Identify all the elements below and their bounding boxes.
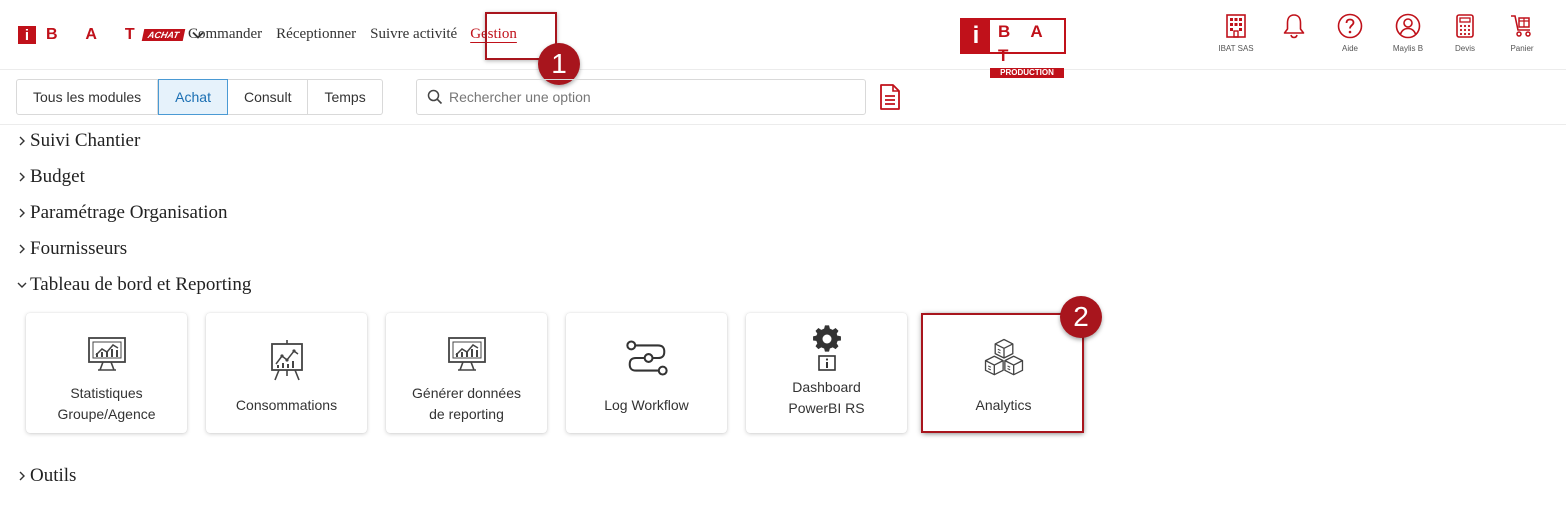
- chevron-right-icon: [19, 208, 25, 218]
- tab-achat[interactable]: Achat: [158, 79, 228, 115]
- gear-info-icon: [805, 325, 849, 371]
- building-icon: [1226, 14, 1246, 38]
- user-profile-button[interactable]: Maylis B: [1378, 12, 1438, 53]
- section-tableau-de-bord[interactable]: Tableau de bord et Reporting: [16, 274, 251, 296]
- center-logo: i B A T PRODUCTION: [960, 18, 1066, 78]
- center-logo-i: i: [962, 20, 990, 52]
- chevron-right-icon: [19, 136, 25, 146]
- section-outils[interactable]: Outils: [16, 465, 76, 487]
- card-statistiques[interactable]: Statistiques Groupe/Agence: [26, 313, 187, 433]
- nav-suivre-activite[interactable]: Suivre activité: [370, 26, 457, 43]
- card-label: Analytics: [975, 397, 1032, 413]
- user-label: Maylis B: [1392, 44, 1424, 53]
- card-label: Générer données de reporting: [412, 385, 521, 422]
- section-fournisseurs[interactable]: Fournisseurs: [16, 238, 127, 260]
- card-label: Consommations: [235, 397, 338, 413]
- center-logo-text: B A T: [998, 22, 1051, 65]
- help-label: Aide: [1341, 44, 1358, 53]
- nav-commander[interactable]: Commander: [188, 26, 262, 43]
- section-title: Outils: [30, 465, 77, 486]
- tab-consult[interactable]: Consult: [228, 80, 309, 114]
- cart-button[interactable]: Panier: [1492, 12, 1552, 53]
- help-icon: [1337, 13, 1363, 39]
- module-tabs: Tous les modules Achat Consult Temps: [16, 79, 383, 115]
- card-generer-donnees[interactable]: Générer données de reporting: [386, 313, 547, 433]
- chevron-down-icon: [17, 282, 27, 288]
- card-dashboard-powerbi[interactable]: Dashboard PowerBI RS: [746, 313, 907, 433]
- presentation-board-icon: [265, 337, 309, 383]
- brand-logo-text: B A T: [46, 26, 147, 43]
- cart-icon: [1511, 15, 1531, 37]
- tab-tous-les-modules[interactable]: Tous les modules: [17, 80, 159, 114]
- tab-temps[interactable]: Temps: [308, 80, 381, 114]
- quotes-button[interactable]: Devis: [1435, 12, 1495, 53]
- section-title: Paramétrage Organisation: [30, 202, 228, 223]
- brand-logo[interactable]: i B A T ACHAT: [18, 26, 205, 44]
- section-parametrage-organisation[interactable]: Paramétrage Organisation: [16, 202, 228, 224]
- chevron-right-icon: [19, 244, 25, 254]
- company-switcher[interactable]: IBAT SAS: [1206, 12, 1266, 53]
- cubes-icon: [982, 335, 1026, 381]
- monitor-chart-icon: [445, 331, 489, 377]
- help-button[interactable]: Aide: [1320, 12, 1380, 53]
- chevron-right-icon: [19, 172, 25, 182]
- top-navigation: Commander Réceptionner Suivre activité G…: [188, 26, 531, 43]
- monitor-chart-icon: [85, 331, 129, 377]
- document-icon[interactable]: [878, 83, 902, 111]
- workflow-icon: [625, 335, 669, 381]
- card-analytics[interactable]: Analytics: [923, 313, 1084, 433]
- company-label: IBAT SAS: [1218, 44, 1254, 53]
- brand-module-tag: ACHAT: [141, 29, 185, 41]
- cart-label: Panier: [1510, 44, 1534, 53]
- brand-logo-i: i: [18, 26, 36, 44]
- section-title: Fournisseurs: [30, 238, 128, 259]
- annotation-badge-2: 2: [1060, 296, 1102, 338]
- card-log-workflow[interactable]: Log Workflow: [566, 313, 727, 433]
- card-consommations[interactable]: Consommations: [206, 313, 367, 433]
- calculator-icon: [1456, 14, 1474, 38]
- section-suivi-chantier[interactable]: Suivi Chantier: [16, 130, 140, 152]
- section-title: Budget: [30, 166, 85, 187]
- bell-icon: [1283, 14, 1305, 39]
- app-header: i B A T ACHAT Commander Réceptionner Sui…: [0, 0, 1566, 78]
- quotes-label: Devis: [1454, 44, 1475, 53]
- section-title: Suivi Chantier: [30, 130, 141, 151]
- section-budget[interactable]: Budget: [16, 166, 85, 188]
- card-label: Log Workflow: [604, 397, 689, 413]
- search-input[interactable]: [449, 89, 849, 105]
- card-label: Statistiques Groupe/Agence: [57, 385, 156, 422]
- search-icon: [427, 89, 443, 105]
- section-title: Tableau de bord et Reporting: [30, 274, 252, 295]
- module-toolbar: Tous les modules Achat Consult Temps: [0, 70, 1566, 125]
- search-box[interactable]: [416, 79, 866, 115]
- user-icon: [1395, 13, 1421, 39]
- nav-receptionner[interactable]: Réceptionner: [276, 26, 356, 43]
- notifications-button[interactable]: [1264, 12, 1324, 40]
- card-label: Dashboard PowerBI RS: [788, 379, 865, 416]
- chevron-right-icon: [19, 471, 25, 481]
